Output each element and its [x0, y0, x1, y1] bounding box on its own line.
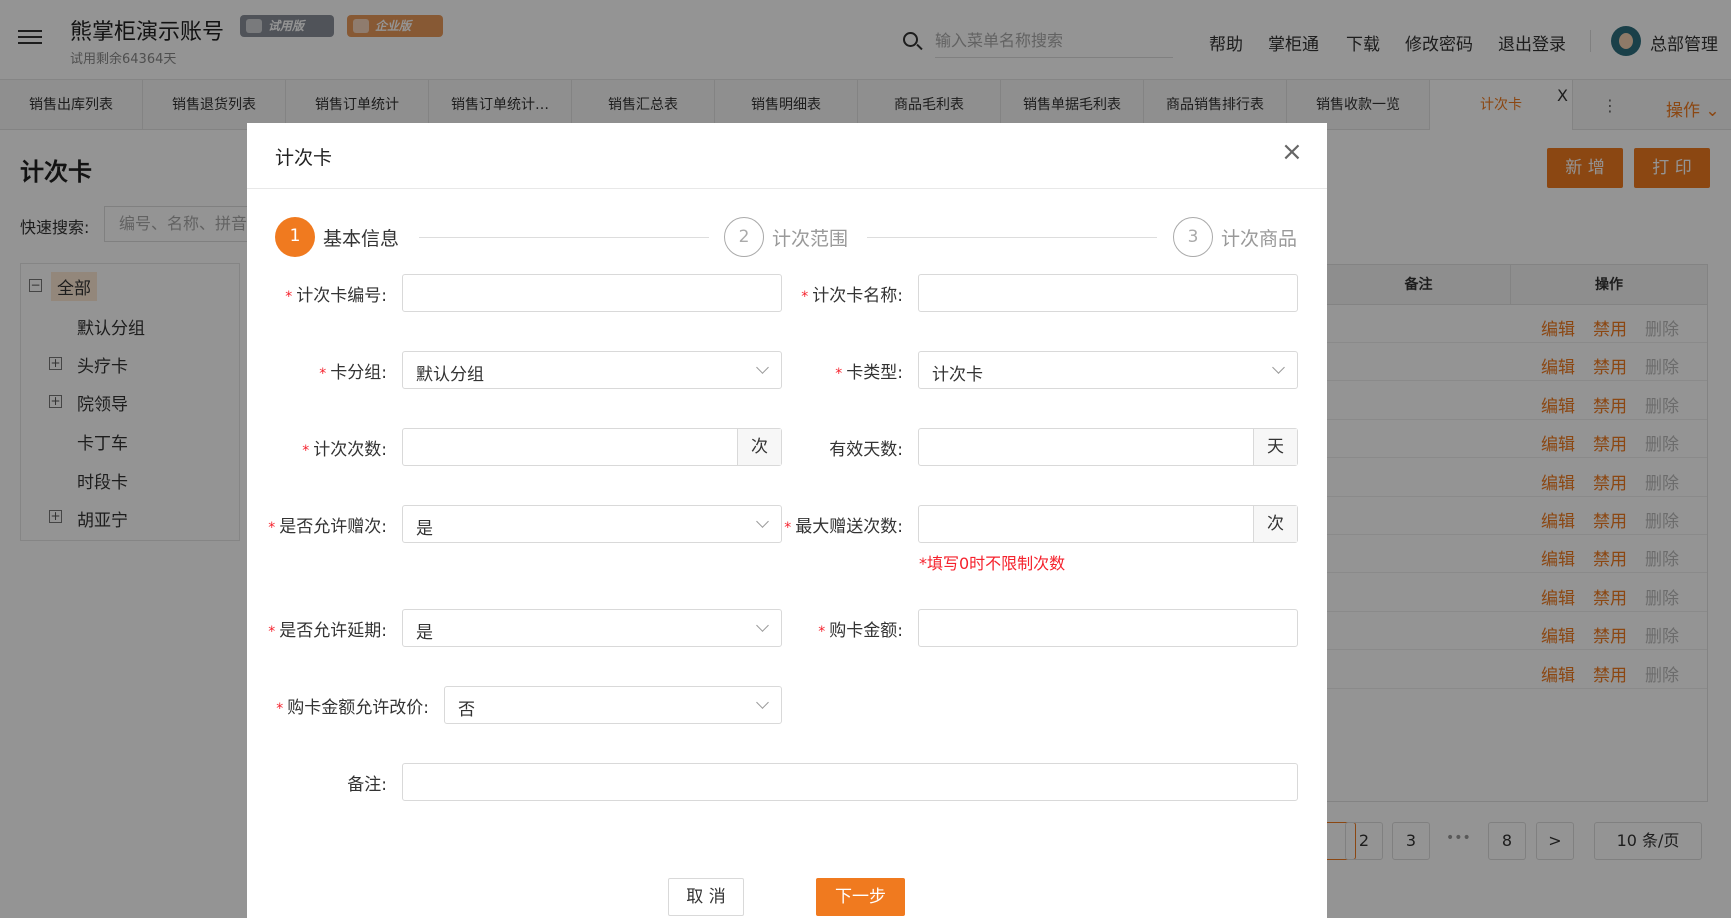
dialog-divider — [247, 188, 1327, 189]
valid-days-unit: 天 — [1253, 429, 1297, 465]
next-step-button[interactable]: 下一步 — [816, 878, 905, 916]
max-gift-input[interactable]: 次 — [918, 505, 1298, 543]
step-1-number: 1 — [275, 217, 315, 257]
card-no-input[interactable] — [402, 274, 782, 312]
step-2-number: 2 — [724, 217, 764, 257]
card-type-select[interactable]: 计次卡 — [918, 351, 1298, 389]
price-label: * 购卡金额: — [818, 621, 903, 641]
card-group-value: 默认分组 — [416, 365, 484, 385]
allow-gift-value: 是 — [416, 519, 433, 539]
allow-extend-select[interactable]: 是 — [402, 609, 782, 647]
count-unit: 次 — [737, 429, 781, 465]
card-name-label: * 计次卡名称: — [801, 286, 903, 306]
chevron-down-icon — [756, 361, 769, 374]
remark-label: 备注: — [347, 775, 387, 795]
count-label: * 计次次数: — [302, 440, 387, 460]
price-input[interactable] — [918, 609, 1298, 647]
allow-price-change-value: 否 — [458, 700, 475, 720]
step-3-label: 计次商品 — [1221, 228, 1298, 250]
card-no-label: * 计次卡编号: — [285, 286, 387, 306]
allow-price-change-label: * 购卡金额允许改价: — [276, 698, 429, 718]
valid-days-input[interactable]: 天 — [918, 428, 1298, 466]
card-type-label: * 卡类型: — [835, 363, 903, 383]
card-name-input[interactable] — [918, 274, 1298, 312]
step-2-label: 计次范围 — [772, 228, 849, 250]
allow-gift-select[interactable]: 是 — [402, 505, 782, 543]
allow-extend-value: 是 — [416, 623, 433, 643]
step-connector — [867, 237, 1157, 238]
max-gift-label: * 最大赠送次数: — [784, 517, 903, 537]
chevron-down-icon — [756, 619, 769, 632]
dialog-title: 计次卡 — [275, 147, 333, 169]
count-input[interactable]: 次 — [402, 428, 782, 466]
allow-price-change-select[interactable]: 否 — [444, 686, 782, 724]
max-gift-unit: 次 — [1253, 506, 1297, 542]
remark-input[interactable] — [402, 763, 1298, 801]
card-group-label: * 卡分组: — [319, 363, 387, 383]
step-3-number: 3 — [1173, 217, 1213, 257]
close-icon[interactable]: × — [1281, 137, 1303, 167]
allow-extend-label: * 是否允许延期: — [268, 621, 387, 641]
max-gift-hint: *填写0时不限制次数 — [919, 554, 1066, 573]
step-1-label: 基本信息 — [323, 228, 400, 250]
card-type-value: 计次卡 — [932, 365, 983, 385]
cancel-button[interactable]: 取 消 — [668, 878, 744, 916]
step-connector — [419, 237, 709, 238]
valid-days-label: 有效天数: — [829, 440, 903, 460]
allow-gift-label: * 是否允许赠次: — [268, 517, 387, 537]
card-group-select[interactable]: 默认分组 — [402, 351, 782, 389]
chevron-down-icon — [1272, 361, 1285, 374]
chevron-down-icon — [756, 515, 769, 528]
count-card-dialog: 计次卡 × 1 基本信息 2 计次范围 3 计次商品 * 计次卡编号: * 计次卡名… — [247, 123, 1327, 918]
chevron-down-icon — [756, 696, 769, 709]
